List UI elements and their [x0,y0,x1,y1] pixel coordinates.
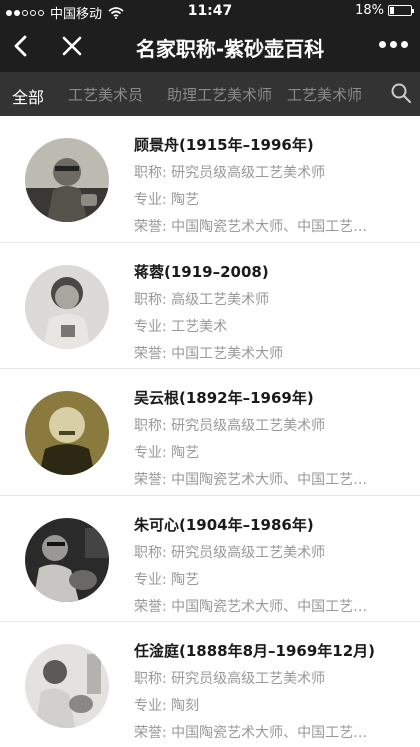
person-name: 朱可心(1904年–1986年) [134,515,314,534]
person-name: 顾景舟(1915年–1996年) [134,136,314,154]
close-icon[interactable] [58,32,86,60]
status-right: 18% [355,3,414,18]
person-title: 职称: 研究员级高级工艺美术师 [134,165,326,181]
avatar [25,644,109,728]
person-major: 专业: 陶艺 [134,445,200,461]
list-item[interactable]: 顾景舟(1915年–1996年) 职称: 研究员级高级工艺美术师 专业: 陶艺 … [0,116,420,243]
category-tabs: 全部 工艺美术员 助理工艺美术师 工艺美术师 [0,72,420,116]
person-title: 职称: 研究员级高级工艺美术师 [134,671,326,687]
list-item[interactable]: 任淦庭(1888年8月–1969年12月) 职称: 研究员级高级工艺美术师 专业… [0,622,420,747]
person-honor: 荣誉: 中国陶瓷艺术大师、中国工艺美术大师 [134,725,374,741]
search-icon[interactable] [390,82,412,104]
tab-assistant-craft-master[interactable]: 助理工艺美术师 [167,84,272,105]
person-major: 专业: 陶艺 [134,571,200,588]
avatar [25,517,109,602]
back-icon[interactable] [8,32,36,60]
person-honor: 荣誉: 中国陶瓷艺术大师、中国工艺美术大师 [134,472,374,488]
person-major: 专业: 陶刻 [134,698,200,714]
person-honor: 荣誉: 中国陶瓷艺术大师、中国工艺美术大师 [134,219,374,235]
battery-icon [388,5,414,16]
list-item[interactable]: 吴云根(1892年–1969年) 职称: 研究员级高级工艺美术师 专业: 陶艺 … [0,369,420,496]
person-name: 蒋蓉(1919–2008) [134,262,269,281]
page-title: 名家职称-紫砂壶百科 [135,37,325,61]
tab-craft-master[interactable]: 工艺美术师 [287,84,362,105]
status-bar: 中国移动 11:47 18% [0,0,420,22]
avatar [25,391,109,475]
list-item[interactable]: 蒋蓉(1919–2008) 职称: 高级工艺美术师 专业: 工艺美术 荣誉: 中… [0,242,420,369]
person-title: 职称: 研究员级高级工艺美术师 [134,418,326,434]
tab-craft-artist[interactable]: 工艺美术员 [68,84,143,105]
person-name: 吴云根(1892年–1969年) [134,389,314,407]
more-options-icon[interactable] [379,41,408,48]
list-item[interactable]: 朱可心(1904年–1986年) 职称: 研究员级高级工艺美术师 专业: 陶艺 … [0,495,420,622]
nav-bar: 名家职称-紫砂壶百科 [0,22,420,72]
person-name: 任淦庭(1888年8月–1969年12月) [134,642,376,660]
person-honor: 荣誉: 中国工艺美术大师 [134,345,284,362]
battery-percent: 18% [355,3,384,18]
person-honor: 荣誉: 中国陶瓷艺术大师、中国工艺美术大师 [134,598,374,615]
tab-all[interactable]: 全部 [12,84,44,108]
avatar [25,138,109,222]
people-list: 顾景舟(1915年–1996年) 职称: 研究员级高级工艺美术师 专业: 陶艺 … [0,116,420,747]
person-title: 职称: 高级工艺美术师 [134,291,270,308]
person-major: 专业: 工艺美术 [134,318,228,335]
avatar [25,264,109,349]
person-title: 职称: 研究员级高级工艺美术师 [134,544,326,561]
person-major: 专业: 陶艺 [134,192,200,208]
